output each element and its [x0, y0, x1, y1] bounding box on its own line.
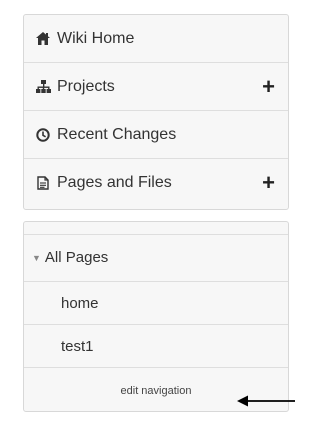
arrow-annotation	[237, 395, 295, 407]
page-link-home[interactable]: home	[24, 282, 288, 325]
add-page-button[interactable]: +	[262, 172, 275, 194]
home-icon	[35, 32, 51, 45]
caret-down-icon: ▼	[32, 252, 41, 263]
nav-item-wiki-home[interactable]: Wiki Home	[24, 15, 288, 63]
all-pages-toggle[interactable]: ▼ All Pages	[24, 234, 288, 282]
nav-item-label: Recent Changes	[57, 125, 177, 143]
page-link-label: home	[61, 294, 99, 312]
nav-item-label: Pages and Files	[57, 174, 172, 191]
nav-item-label: Wiki Home	[57, 29, 135, 47]
page-link-label: test1	[61, 337, 94, 355]
nav-item-projects[interactable]: Projects +	[24, 63, 288, 111]
page-link-test1[interactable]: test1	[24, 325, 288, 368]
section-label: All Pages	[44, 249, 109, 266]
pages-panel: ▼ All Pages home test1 edit navigation	[23, 221, 289, 412]
main-nav-panel: Wiki Home Projects + Recent Changes Page…	[23, 14, 289, 210]
add-project-button[interactable]: +	[262, 75, 275, 98]
nav-item-pages-and-files[interactable]: Pages and Files +	[24, 159, 288, 207]
nav-item-label: Projects	[57, 77, 115, 95]
file-icon	[35, 176, 51, 190]
clock-icon	[35, 127, 51, 142]
nav-item-recent-changes[interactable]: Recent Changes	[24, 111, 288, 159]
sitemap-icon	[35, 80, 51, 93]
